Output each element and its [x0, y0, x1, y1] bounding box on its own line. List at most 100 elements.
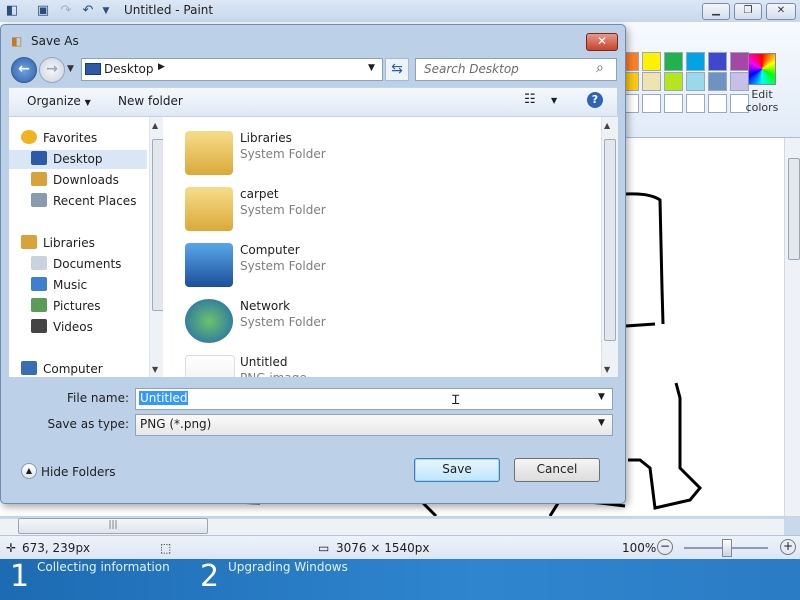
nav-item-videos[interactable]: Videos — [31, 318, 147, 337]
file-type: System Folder — [240, 203, 326, 217]
palette-color-swatch[interactable] — [686, 72, 705, 91]
dialog-title: Save As — [31, 34, 79, 48]
edit-colors-icon[interactable] — [748, 53, 776, 85]
file-name: carpet — [240, 187, 279, 201]
cancel-button[interactable]: Cancel — [514, 458, 600, 482]
search-box[interactable]: Search Desktop ⌕ — [415, 58, 617, 81]
file-item[interactable]: carpet System Folder — [185, 183, 565, 235]
palette-empty-swatch[interactable] — [664, 94, 683, 113]
palette-color-swatch[interactable] — [708, 52, 727, 71]
dialog-close-button[interactable]: ✕ — [586, 33, 618, 51]
zoom-in-button[interactable]: + — [780, 539, 796, 555]
file-list-scrollbar[interactable]: ▲ ▼ — [601, 117, 618, 377]
file-name-value[interactable]: Untitled — [139, 391, 189, 405]
save-type-label: Save as type: — [47, 417, 129, 431]
desktop-icon — [85, 63, 101, 75]
new-folder-button[interactable]: New folder — [118, 94, 183, 108]
file-type: System Folder — [240, 147, 326, 161]
paint-app-icon[interactable]: ◧ — [4, 3, 20, 19]
nav-item-recent-places[interactable]: Recent Places — [31, 192, 147, 211]
address-dropdown-icon[interactable]: ▼ — [368, 63, 375, 73]
nav-item-pictures[interactable]: Pictures — [31, 297, 147, 316]
step-number-1: 1 — [10, 559, 30, 594]
save-type-value: PNG (*.png) — [140, 417, 212, 431]
palette-color-swatch[interactable] — [664, 52, 683, 71]
navigation-pane: Favorites Desktop Downloads Recent Places Li… — [9, 117, 166, 377]
file-name-field[interactable]: Untitled Ɪ ▼ — [135, 388, 613, 410]
organize-button[interactable]: Organize ▼ — [27, 94, 91, 108]
palette-empty-swatch[interactable] — [708, 94, 727, 113]
step-number-2: 2 — [200, 559, 220, 594]
save-as-dialog: ◧ Save As ✕ ← → ▼ Desktop ▶ ▼ ⇆ Search D… — [0, 24, 626, 504]
paint-window-title: Untitled - Paint — [124, 3, 214, 17]
palette-empty-swatch[interactable] — [642, 94, 661, 113]
nav-item-desktop[interactable]: Desktop — [9, 150, 147, 169]
refresh-icon[interactable]: ⇆ — [385, 58, 409, 81]
minimize-button[interactable]: ▁ — [702, 3, 730, 20]
save-type-select[interactable]: PNG (*.png) ▼ — [135, 414, 613, 436]
view-options-dropdown-icon[interactable]: ▼ — [551, 96, 557, 105]
redo-icon[interactable]: ↷ — [58, 3, 74, 19]
zoom-slider-thumb[interactable] — [722, 539, 732, 557]
forward-button[interactable]: → — [39, 57, 65, 83]
nav-item-music[interactable]: Music — [31, 276, 147, 295]
horizontal-scroll-thumb[interactable]: ||| — [18, 518, 208, 534]
zoom-out-button[interactable]: − — [657, 539, 673, 555]
network-icon — [185, 299, 233, 343]
canvas-vertical-scrollbar[interactable] — [784, 138, 800, 516]
libraries-folder-icon — [185, 131, 233, 175]
file-name-dropdown-icon[interactable]: ▼ — [598, 392, 605, 402]
nav-item-downloads[interactable]: Downloads — [31, 171, 147, 190]
save-type-dropdown-icon[interactable]: ▼ — [598, 418, 605, 428]
nav-item-libraries[interactable]: Libraries — [21, 234, 147, 253]
pictures-icon — [31, 298, 47, 312]
undo-icon[interactable]: ↶ — [80, 3, 96, 19]
step-label-1: Collecting information — [37, 560, 170, 574]
dialog-navigation-bar: ← → ▼ Desktop ▶ ▼ ⇆ Search Desktop ⌕ — [1, 55, 625, 85]
palette-color-swatch[interactable] — [686, 52, 705, 71]
libraries-icon — [21, 235, 37, 249]
nav-item-label: Favorites — [43, 131, 98, 145]
maximize-button[interactable]: ❐ — [734, 3, 762, 20]
save-button[interactable]: Save — [414, 458, 500, 482]
image-size: 3076 × 1540px — [336, 541, 430, 555]
recent-pages-dropdown-icon[interactable]: ▼ — [67, 64, 74, 74]
paint-dialog-icon: ◧ — [11, 34, 23, 48]
palette-empty-swatch[interactable] — [686, 94, 705, 113]
change-view-icon[interactable]: ☷ — [524, 92, 536, 107]
step-label-2: Upgrading Windows — [228, 560, 348, 574]
customize-qa-icon[interactable]: ▼ — [98, 3, 114, 19]
dialog-command-bar: Organize ▼ New folder ☷ ▼ ? — [9, 87, 617, 117]
file-list: Libraries System Folder carpet System Folde… — [163, 117, 603, 377]
file-item[interactable]: Libraries System Folder — [185, 127, 565, 179]
address-bar[interactable]: Desktop ▶ ▼ — [81, 58, 383, 81]
cursor-position: 673, 239px — [22, 541, 91, 555]
close-paint-button[interactable]: ✕ — [766, 3, 796, 20]
file-item[interactable]: Computer System Folder — [185, 239, 565, 291]
search-icon[interactable]: ⌕ — [596, 60, 604, 76]
nav-item-documents[interactable]: Documents — [31, 255, 147, 274]
desktop-icon — [31, 151, 47, 165]
palette-color-swatch[interactable] — [730, 52, 749, 71]
nav-item-label: Recent Places — [53, 194, 137, 208]
file-item[interactable]: Network System Folder — [185, 295, 565, 347]
palette-color-swatch[interactable] — [708, 72, 727, 91]
palette-color-swatch[interactable] — [642, 72, 661, 91]
organize-label: Organize — [27, 94, 81, 108]
nav-item-label: Computer — [43, 362, 103, 376]
png-file-icon — [185, 355, 235, 377]
back-button[interactable]: ← — [11, 57, 37, 83]
palette-color-swatch[interactable] — [664, 72, 683, 91]
save-icon[interactable]: ▣ — [35, 3, 51, 19]
hide-folders-icon[interactable]: ▲ — [21, 463, 37, 479]
dialog-title-bar: ◧ Save As ✕ — [1, 25, 625, 55]
documents-icon — [31, 256, 47, 270]
paint-title-bar: ◧ ▣ ↷ ↶ ▼ Untitled - Paint ▁ ❐ ✕ — [0, 0, 800, 22]
file-item[interactable]: UntitledPNG image — [185, 351, 565, 377]
hide-folders-button[interactable]: Hide Folders — [41, 465, 116, 479]
nav-item-favorites[interactable]: Favorites — [21, 129, 147, 148]
breadcrumb-arrow-icon[interactable]: ▶ — [158, 62, 165, 72]
help-icon[interactable]: ? — [587, 92, 603, 108]
address-location[interactable]: Desktop — [104, 62, 154, 76]
palette-color-swatch[interactable] — [642, 52, 661, 71]
